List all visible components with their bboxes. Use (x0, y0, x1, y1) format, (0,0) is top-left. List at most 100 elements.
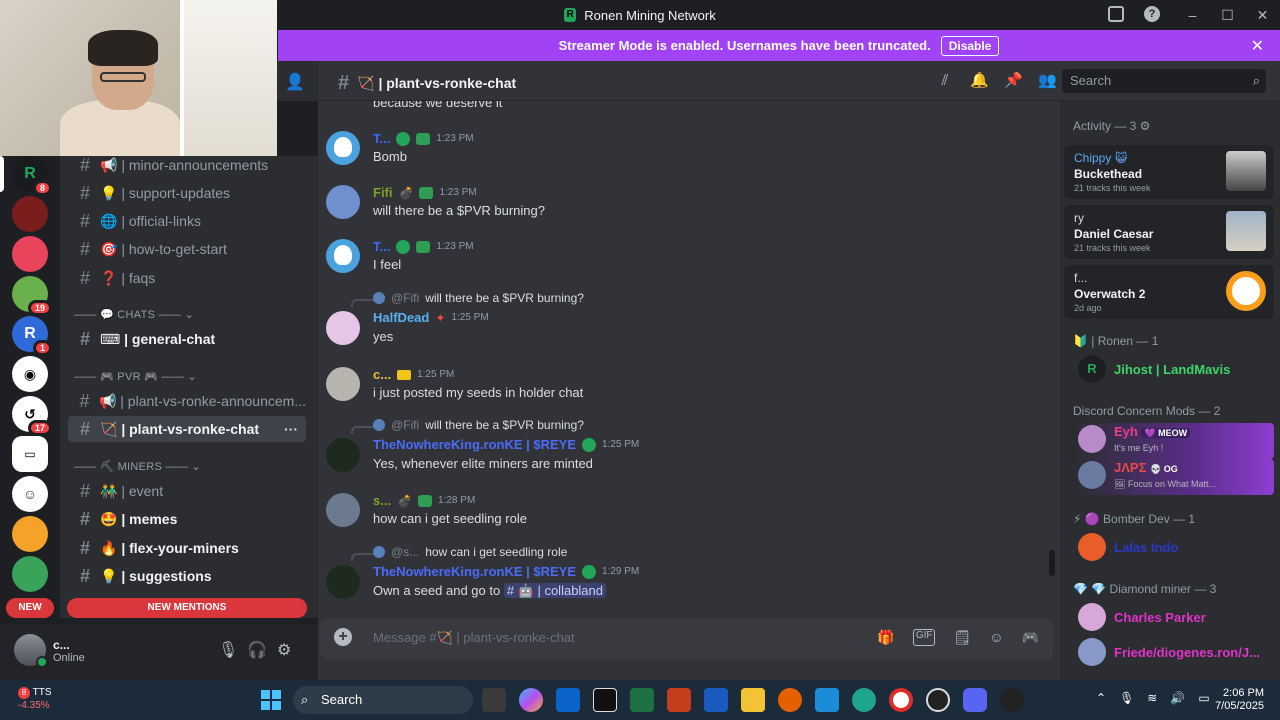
reply-preview[interactable]: @Fifi will there be a $PVR burning? (373, 418, 584, 432)
inbox-icon[interactable] (1108, 6, 1124, 22)
channel-official-links[interactable]: # 🌐 | official-links (68, 208, 306, 234)
channel-memes[interactable]: # 🤩 | memes (68, 506, 306, 532)
attach-plus-icon[interactable]: + (334, 628, 352, 646)
avatar[interactable] (326, 367, 360, 401)
server-5[interactable]: R1 (12, 316, 52, 356)
activity-card[interactable]: Chippy 😺 Buckethead 21 tracks this week (1064, 145, 1274, 199)
notification-bell-icon[interactable]: 🔔 (970, 72, 989, 90)
message-author[interactable]: Fifi (373, 185, 393, 200)
member-list-icon[interactable]: 👥 (1038, 72, 1057, 90)
emoji-icon[interactable]: ☺ (989, 629, 1003, 646)
member-item[interactable]: JΛPΣ 💀 OG 🖼 Focus on What Matt... (1078, 461, 1216, 491)
clock[interactable]: 2:06 PM 7/05/2025 (1215, 687, 1264, 713)
avatar[interactable] (326, 493, 360, 527)
firefox-icon[interactable] (778, 688, 802, 712)
new-mentions-button[interactable]: NEW MENTIONS (67, 598, 307, 618)
server-4[interactable]: 19 (12, 276, 52, 316)
gift-icon[interactable]: 🎁 (877, 629, 894, 646)
channel-general-chat[interactable]: # ⌨ | general-chat (68, 326, 306, 352)
reply-preview[interactable]: @Fifi will there be a $PVR burning? (373, 291, 584, 305)
avatar[interactable] (326, 438, 360, 472)
message-author[interactable]: TheNowhereKing.ronKE | $REYE (373, 564, 576, 579)
server-11[interactable] (12, 556, 48, 592)
new-servers-button[interactable]: NEW (6, 598, 54, 618)
help-icon[interactable]: ? (1144, 6, 1160, 22)
stock-widget[interactable]: 8 TTS -4.35% (18, 686, 52, 712)
channel-support-updates[interactable]: # 💡 | support-updates (68, 180, 306, 206)
opera-icon[interactable] (889, 688, 913, 712)
avatar[interactable] (326, 131, 360, 165)
message-author[interactable]: s... (373, 493, 391, 508)
server-8[interactable]: ▭ (12, 436, 48, 472)
powerpoint-icon[interactable] (667, 688, 691, 712)
avatar[interactable] (326, 185, 360, 219)
activity-card[interactable]: f... Overwatch 2 2d ago (1064, 265, 1274, 319)
search-input[interactable]: Search ⌕ (1062, 69, 1266, 93)
member-item[interactable]: R Jihost | LandMavis (1078, 353, 1230, 385)
maximize-button[interactable]: ☐ (1210, 7, 1245, 24)
message-author[interactable]: TheNowhereKing.ronKE | $REYE (373, 437, 576, 452)
server-6[interactable]: ◉ (12, 356, 48, 392)
activity-card[interactable]: ry Daniel Caesar 21 tracks this week (1064, 205, 1274, 259)
volume-icon[interactable]: 🔊 (1170, 691, 1185, 705)
chat-scrollbar[interactable] (1049, 550, 1055, 576)
discord-icon[interactable] (963, 688, 987, 712)
channel-plant-vs-ronke-chat[interactable]: # 🏹 | plant-vs-ronke-chat ··· (68, 416, 306, 442)
username[interactable]: c... (53, 638, 70, 652)
close-window-button[interactable]: ✕ (1245, 7, 1280, 24)
category-miners[interactable]: —— ⛏ MINERS —— ⌄ (74, 460, 201, 473)
disable-streamer-mode-button[interactable]: Disable (940, 35, 1000, 56)
app-icon[interactable] (1000, 688, 1024, 712)
message-author[interactable]: T... (373, 131, 390, 146)
task-view-icon[interactable] (482, 688, 506, 712)
server-7[interactable]: ↺ 17 (12, 396, 52, 436)
chevron-up-icon[interactable]: ⌃ (1096, 691, 1106, 705)
server-10[interactable] (12, 516, 48, 552)
channel-suggestions[interactable]: # 💡 | suggestions (68, 563, 306, 589)
add-friend-icon[interactable]: 👤 (285, 72, 305, 92)
notion-icon[interactable] (593, 688, 617, 712)
avatar[interactable] (326, 311, 360, 345)
member-item[interactable]: Lalas Indo (1078, 531, 1178, 563)
reply-preview[interactable]: @s... how can i get seedling role (373, 545, 567, 559)
battery-icon[interactable]: ▭ (1198, 691, 1209, 705)
message-author[interactable]: T... (373, 239, 390, 254)
server-2[interactable] (12, 196, 48, 232)
channel-event[interactable]: # 👬 | event (68, 478, 306, 504)
obs-icon[interactable] (926, 688, 950, 712)
server-ronen[interactable]: R8 (12, 156, 52, 196)
server-9[interactable]: ☺ (12, 476, 48, 512)
file-explorer-icon[interactable] (741, 688, 765, 712)
category-chats[interactable]: —— 💬 CHATS —— ⌄ (74, 308, 194, 321)
avatar[interactable] (326, 239, 360, 273)
edge-icon[interactable] (852, 688, 876, 712)
microphone-icon[interactable]: 🎙 (1119, 691, 1134, 705)
windows-start-icon[interactable] (261, 690, 281, 710)
gif-icon[interactable]: GIF (912, 629, 936, 646)
minimize-button[interactable]: – (1175, 7, 1210, 23)
member-item[interactable]: Eyh 💜 MEOW It's me Eyh ! (1078, 425, 1191, 455)
copilot-icon[interactable] (519, 688, 543, 712)
taskbar-search-input[interactable]: ⌕ Search (293, 686, 473, 714)
store-icon[interactable] (815, 688, 839, 712)
message-composer[interactable]: + Message #🏹 | plant-vs-ronke-chat 🎁 GIF… (320, 618, 1053, 660)
headphones-icon[interactable]: 🎧 (247, 640, 267, 660)
message-author[interactable]: HalfDead (373, 310, 429, 325)
message-author[interactable]: c... (373, 367, 391, 382)
server-3[interactable] (12, 236, 48, 272)
system-tray[interactable]: ⌃ 🎙 ≋ 🔊 ▭ (1096, 691, 1210, 705)
excel-icon[interactable] (630, 688, 654, 712)
member-item[interactable]: Friede/diogenes.ron/J... (1078, 636, 1260, 668)
microphone-icon[interactable]: 🎙 (218, 640, 238, 660)
sticker-icon[interactable]: 🗒 (953, 629, 971, 646)
channel-faqs[interactable]: # ❓ | faqs (68, 265, 306, 291)
threads-icon[interactable]: ⫽ (936, 72, 954, 90)
wifi-icon[interactable]: ≋ (1147, 691, 1157, 705)
channel-plant-vs-ronke-announcements[interactable]: # 📢 | plant-vs-ronke-announcem... (68, 388, 306, 414)
channel-how-to-get-start[interactable]: # 🎯 | how-to-get-start (68, 236, 306, 262)
category-pvr[interactable]: —— 🎮 PVR 🎮 —— ⌄ (74, 370, 197, 383)
member-item[interactable]: Charles Parker (1078, 601, 1206, 633)
message-input[interactable]: Message #🏹 | plant-vs-ronke-chat (373, 630, 575, 646)
avatar[interactable] (326, 565, 360, 599)
channel-flex-your-miners[interactable]: # 🔥 | flex-your-miners (68, 535, 306, 561)
